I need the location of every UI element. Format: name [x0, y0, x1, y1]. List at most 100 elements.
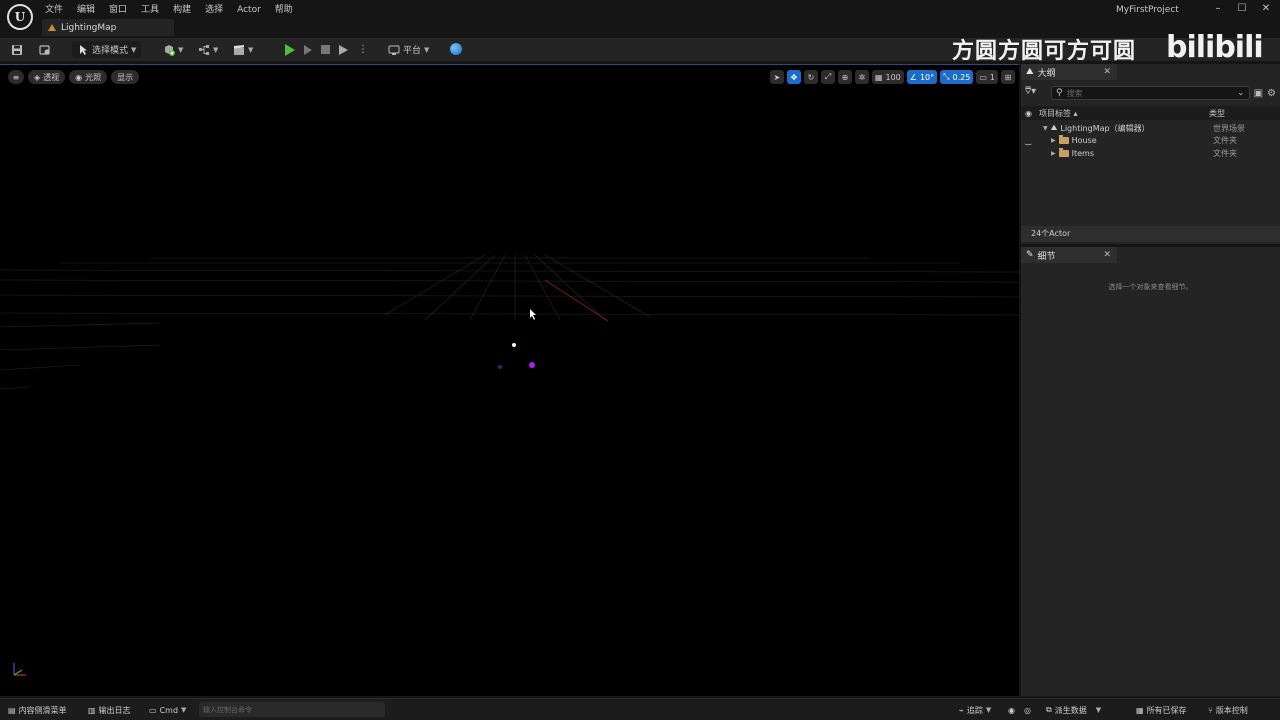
- viewport-transform-tools: ➤ ✥ ↻ ⤢ ⊕ ✲ ▦ 100 ∠ 10° ⤡ 0.25 ▭ 1 ⊞: [769, 70, 1015, 84]
- chevron-down-icon[interactable]: ⌄: [1237, 88, 1245, 98]
- point-light-icon: [498, 365, 502, 369]
- close-icon[interactable]: ✕: [1103, 250, 1111, 260]
- menu-help[interactable]: 帮助: [268, 2, 300, 18]
- grid-snap-button[interactable]: ▦ 100: [871, 70, 904, 84]
- blueprint-icon: [199, 44, 209, 55]
- camera-speed-button[interactable]: ▭ 1: [976, 70, 998, 84]
- scale-icon: ⤢: [824, 72, 832, 81]
- perspective-button[interactable]: ◈ 透视: [28, 70, 66, 84]
- rotate-tool-button[interactable]: ↻: [803, 70, 818, 84]
- save-button[interactable]: [11, 41, 23, 58]
- source-control-icon: ⑂: [1208, 705, 1213, 715]
- derived-data-label: 派生数据: [1054, 705, 1087, 715]
- select-tool-button[interactable]: ➤: [769, 70, 784, 84]
- menu-build[interactable]: 构建: [166, 2, 198, 18]
- menu-select[interactable]: 选择: [198, 2, 230, 18]
- light-source-icon: [512, 343, 516, 347]
- close-button[interactable]: ✕: [1254, 2, 1278, 16]
- outliner-search-row: ⩢▾ ⚲ ⌄ ▣ ⚙: [1025, 85, 1276, 101]
- platform-icon: [388, 45, 400, 55]
- outliner-tab[interactable]: ⛰ 大纲 ✕: [1021, 64, 1117, 80]
- unreal-logo-icon[interactable]: U: [7, 4, 33, 30]
- visibility-icon[interactable]: ◉: [1025, 109, 1032, 118]
- menu-edit[interactable]: 编辑: [70, 2, 102, 18]
- collapse-arrow-icon[interactable]: ▶: [1051, 137, 1056, 144]
- mouse-cursor-icon: [530, 309, 536, 320]
- rotation-snap-button[interactable]: ∠ 10°: [906, 70, 938, 84]
- x-axis-line: [544, 279, 609, 322]
- tree-row-items[interactable]: ▶ Items 文件夹: [1021, 147, 1280, 160]
- chevron-down-icon: ▼: [985, 706, 992, 714]
- collapse-arrow-icon[interactable]: ▶: [1051, 150, 1056, 157]
- scale-snap-button[interactable]: ⤡ 0.25: [940, 70, 974, 84]
- record-button[interactable]: ◉: [1008, 703, 1015, 717]
- column-type[interactable]: 类型: [1209, 108, 1225, 119]
- output-log-button[interactable]: ▥ 输出日志: [88, 703, 131, 717]
- level-tab[interactable]: LightingMap: [42, 19, 174, 36]
- derived-data-dropdown[interactable]: ⧉ 派生数据 ▼: [1046, 703, 1101, 717]
- viewport-layout-button[interactable]: ⊞: [1001, 70, 1015, 84]
- play-icon: [285, 43, 295, 56]
- output-log-label: 输出日志: [98, 705, 131, 715]
- maximize-button[interactable]: ☐: [1230, 2, 1254, 16]
- status-bar: ▤ 内容侧滑菜单 ▥ 输出日志 ▭ Cmd ▼ ⌁ 追踪 ▼ ◉ ◎ ⧉ 派生数…: [0, 698, 1280, 720]
- all-saved-button[interactable]: ▦ 所有已保存: [1136, 703, 1187, 717]
- blueprint-dropdown[interactable]: ▼: [198, 41, 218, 58]
- translate-tool-button[interactable]: ✥: [786, 70, 801, 84]
- chevron-down-icon: ▼: [178, 45, 184, 54]
- close-icon[interactable]: ✕: [1103, 67, 1111, 77]
- scene-render: [0, 254, 1019, 390]
- eject-button[interactable]: [339, 41, 348, 58]
- surface-snap-button[interactable]: ✲: [854, 70, 869, 84]
- play-button[interactable]: [285, 41, 295, 58]
- visibility-icon[interactable]: ‿: [1025, 136, 1031, 145]
- platform-label: 平台: [403, 46, 422, 56]
- filter-icon[interactable]: ⩢▾: [1025, 86, 1047, 100]
- point-light-icon: [529, 362, 535, 368]
- globe-icon[interactable]: [450, 43, 462, 55]
- log-icon: ▥: [88, 705, 96, 715]
- play-options-button[interactable]: ⋮: [358, 41, 368, 58]
- lighting-label: 光照: [85, 72, 102, 82]
- stats-button[interactable]: ◎: [1024, 703, 1031, 717]
- add-actor-dropdown[interactable]: ▼: [163, 41, 183, 58]
- menu-window[interactable]: 窗口: [102, 2, 134, 18]
- minimize-button[interactable]: –: [1206, 2, 1230, 16]
- menu-file[interactable]: 文件: [38, 2, 70, 18]
- stop-button[interactable]: [321, 41, 330, 58]
- column-item-label[interactable]: 项目标签 ▴: [1039, 108, 1078, 119]
- expand-arrow-icon[interactable]: ▼: [1043, 125, 1048, 132]
- cmd-dropdown[interactable]: ▭ Cmd ▼: [149, 703, 186, 717]
- menu-tools[interactable]: 工具: [134, 2, 166, 18]
- show-button[interactable]: 显示: [111, 70, 140, 84]
- add-folder-icon[interactable]: ▣: [1254, 88, 1263, 99]
- lighting-button[interactable]: ◉ 光照: [69, 70, 108, 84]
- level-viewport[interactable]: ≡ ◈ 透视 ◉ 光照 显示 ➤ ✥ ↻ ⤢ ⊕ ✲ ▦ 100 ∠ 10° ⤡ 0.25…: [0, 64, 1019, 696]
- content-drawer-button[interactable]: ▤ 内容侧滑菜单: [8, 703, 67, 717]
- tree-row-type: 文件夹: [1213, 136, 1237, 146]
- select-mode-dropdown[interactable]: 选择模式 ▼: [72, 41, 142, 58]
- viewport-menu-button[interactable]: ≡: [8, 70, 24, 84]
- outliner-search-input[interactable]: [1066, 88, 1207, 98]
- scale-tool-button[interactable]: ⤢: [820, 70, 835, 84]
- content-browser-button[interactable]: [39, 41, 51, 58]
- folder-icon: [1058, 135, 1069, 145]
- trace-dropdown[interactable]: ⌁ 追踪 ▼: [959, 703, 991, 717]
- tree-row-level[interactable]: ▼ ⛰ LightingMap（编辑器） 世界场景: [1021, 122, 1280, 135]
- world-local-button[interactable]: ⊕: [837, 70, 852, 84]
- skip-button[interactable]: [304, 41, 312, 58]
- platform-dropdown[interactable]: 平台 ▼: [388, 41, 429, 58]
- console-command-input[interactable]: [199, 702, 385, 717]
- source-control-button[interactable]: ⑂ 版本控制: [1208, 703, 1248, 717]
- select-mode-label: 选择模式: [92, 46, 129, 56]
- add-cube-icon: [165, 44, 175, 56]
- tree-row-house[interactable]: ‿ ▶ House 文件夹: [1021, 135, 1280, 148]
- outliner-column-header: ◉ 项目标签 ▴ 类型: [1021, 106, 1280, 120]
- settings-icon[interactable]: ⚙: [1267, 88, 1276, 99]
- details-tab[interactable]: ✎ 细节 ✕: [1021, 247, 1117, 263]
- scale-snap-value: 0.25: [952, 72, 971, 82]
- cinematics-dropdown[interactable]: ▼: [233, 41, 253, 58]
- menu-actor[interactable]: Actor: [230, 2, 268, 18]
- stats-icon: ◎: [1024, 705, 1031, 715]
- outliner-search-box[interactable]: ⚲ ⌄: [1051, 86, 1250, 100]
